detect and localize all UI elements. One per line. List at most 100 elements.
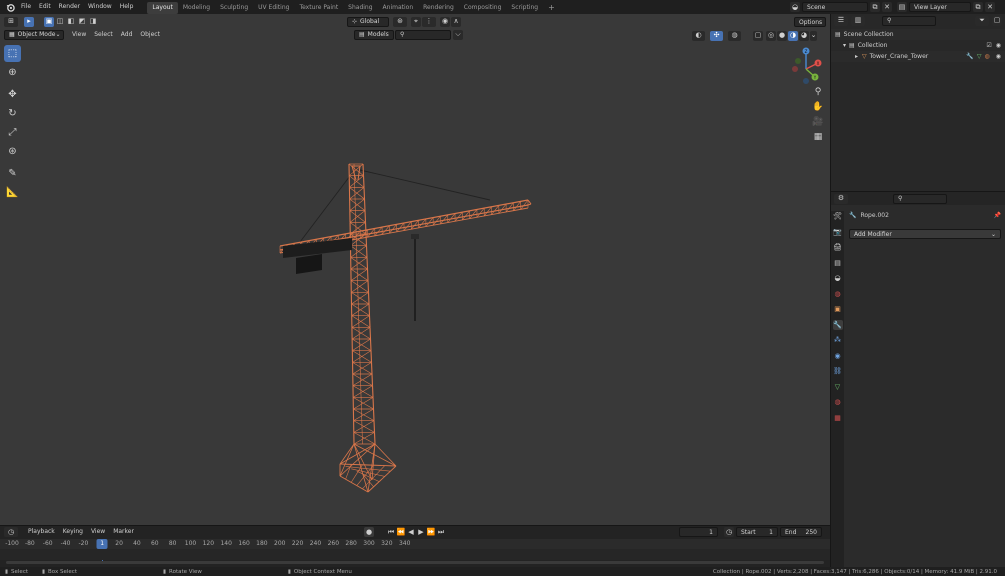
view-layer-field[interactable]: View Layer	[909, 2, 971, 12]
jump-start-icon[interactable]: ⏮	[386, 527, 396, 537]
collection-label: Collection	[857, 42, 888, 49]
add-modifier-dropdown[interactable]: Add Modifier ⌄	[849, 229, 1001, 239]
constraints-tab-icon[interactable]: ⛓	[833, 366, 843, 376]
delete-scene-icon[interactable]: ✕	[882, 2, 892, 12]
blender-logo-icon[interactable]	[3, 0, 17, 14]
new-collection-icon[interactable]: ▢	[992, 15, 1002, 26]
eye-icon[interactable]: ◉	[996, 40, 1001, 51]
texture-tab-icon[interactable]: ▦	[833, 413, 843, 423]
jump-end-icon[interactable]: ⏭	[436, 527, 446, 537]
play-icon[interactable]: ▶	[416, 527, 426, 537]
timeline-ruler[interactable]: -100 -80 -60 -40 -20 20 40 60 80 100 120 140 160 180 2…	[0, 539, 830, 562]
output-tab-icon[interactable]: 🖨	[833, 242, 843, 252]
end-value: 250	[805, 528, 817, 536]
jump-keyframe-back-icon[interactable]: ⏪	[396, 527, 406, 537]
tab-uv-editing[interactable]: UV Editing	[253, 2, 294, 14]
physics-tab-icon[interactable]: ◉	[833, 351, 843, 361]
outliner-object-row[interactable]: ▸ ▽ Tower_Crane_Tower 🔧 ▽ ◍ ◉	[831, 51, 1005, 62]
end-label: End	[785, 528, 797, 536]
material-icon: ◍	[984, 53, 990, 60]
properties-search-input[interactable]: ⚲	[893, 193, 947, 204]
ruler-tick-label: -100	[5, 540, 19, 547]
tab-compositing[interactable]: Compositing	[459, 2, 507, 14]
properties-editor-type-icon[interactable]: ⚙	[834, 193, 848, 204]
outliner[interactable]: ☰ ▥ ⚲ ⏷ ▢ ▤ Scene Collection ▾ ▤ Collect…	[831, 14, 1005, 191]
jump-keyframe-forward-icon[interactable]: ⏩	[426, 527, 436, 537]
crane-cables	[299, 167, 491, 243]
ruler-tick-label: 140	[220, 540, 232, 547]
timeline-menu-view[interactable]: View	[87, 527, 109, 537]
menu-window[interactable]: Window	[84, 0, 116, 14]
scene-name-field[interactable]: Scene	[802, 2, 868, 12]
eye-icon[interactable]: ◉	[996, 51, 1001, 62]
timeline-menu-playback[interactable]: Playback	[24, 527, 59, 537]
tool-tab-icon[interactable]: 🛠	[833, 211, 843, 221]
delete-view-layer-icon[interactable]: ✕	[985, 2, 995, 12]
crane-model[interactable]	[0, 14, 830, 525]
preview-range-icon[interactable]: ◷	[724, 527, 734, 537]
timeline-menu-keying[interactable]: Keying	[59, 527, 87, 537]
add-modifier-label: Add Modifier	[854, 230, 892, 238]
view-layer-icon[interactable]: ▤	[897, 2, 907, 12]
add-workspace-icon[interactable]: +	[543, 2, 560, 14]
tab-rendering[interactable]: Rendering	[418, 2, 459, 14]
outliner-scene-collection[interactable]: ▤ Scene Collection	[831, 29, 1005, 40]
mouse-left-icon: ▮	[5, 568, 9, 575]
3d-viewport[interactable]: ⊞ ▸ ▣ ◫ ◧ ◩ ◨ ⊹ Global ⊛ ⌖ ⋮ ◉ ∧ Options…	[0, 14, 830, 525]
menu-edit[interactable]: Edit	[35, 0, 55, 14]
display-mode-icon[interactable]: ▥	[851, 15, 865, 26]
tab-layout[interactable]: Layout	[147, 1, 178, 14]
pin-icon[interactable]: 📌	[994, 212, 1001, 219]
timeline[interactable]: ◷ Playback Keying View Marker ● ⏮ ⏪ ◀ ▶ …	[0, 525, 830, 567]
ruler-tick-label: 80	[168, 540, 177, 547]
play-reverse-icon[interactable]: ◀	[406, 527, 416, 537]
outliner-collection[interactable]: ▾ ▤ Collection ☑ ◉	[831, 40, 1005, 51]
status-select: Select	[11, 568, 28, 575]
tab-modeling[interactable]: Modeling	[178, 2, 215, 14]
menu-render[interactable]: Render	[55, 0, 84, 14]
render-tab-icon[interactable]: 📷	[833, 227, 843, 237]
tab-sculpting[interactable]: Sculpting	[215, 2, 253, 14]
ruler-tick-label: 40	[133, 540, 141, 547]
new-view-layer-icon[interactable]: ⧉	[973, 2, 983, 12]
timeline-track-area[interactable]	[0, 549, 830, 560]
ruler-tick-label: 60	[150, 540, 159, 547]
timeline-scrollbar[interactable]	[6, 561, 824, 564]
scene-tab-icon[interactable]: ◒	[833, 273, 843, 283]
view-layer-tab-icon[interactable]: ▤	[833, 258, 843, 268]
start-frame-field[interactable]: Start 1	[736, 527, 778, 537]
outliner-filter-icon[interactable]: ⏷	[975, 15, 989, 26]
checkbox-icon[interactable]: ☑	[986, 40, 991, 51]
ruler-tick-label: -20	[78, 540, 89, 547]
ruler-tick-label: 160	[238, 540, 250, 547]
crane-mast	[348, 163, 376, 445]
tab-animation[interactable]: Animation	[378, 2, 419, 14]
material-tab-icon[interactable]: ◍	[833, 397, 843, 407]
end-frame-field[interactable]: End 250	[780, 527, 822, 537]
status-bar: ▮ Select ▮ Box Select ▮ Rotate View ▮ Ob…	[0, 567, 1005, 576]
particles-tab-icon[interactable]: ⁂	[833, 335, 843, 345]
tab-scripting[interactable]: Scripting	[506, 2, 543, 14]
tab-shading[interactable]: Shading	[343, 2, 377, 14]
mouse-rotate-icon: ▮	[162, 568, 167, 575]
scene-icon[interactable]: ◒	[790, 2, 800, 12]
ruler-tick-label: 260	[327, 540, 340, 547]
playhead[interactable]: 1	[96, 539, 108, 549]
timeline-menu-marker[interactable]: Marker	[109, 527, 138, 537]
ruler-tick-label: 240	[309, 540, 322, 547]
tab-texture-paint[interactable]: Texture Paint	[294, 2, 343, 14]
object-tab-icon[interactable]: ▣	[833, 304, 843, 314]
modifier-tab-icon[interactable]: 🔧	[832, 319, 843, 330]
current-frame-field[interactable]: 1	[679, 527, 718, 537]
outliner-editor-type-icon[interactable]: ☰	[834, 15, 848, 26]
outliner-search-input[interactable]: ⚲	[882, 15, 936, 26]
world-tab-icon[interactable]: ◍	[833, 289, 843, 299]
properties-editor[interactable]: ⚙ ⚲ 🛠 📷 🖨 ▤ ◒ ◍ ▣ 🔧 ⁂ ◉ ⛓ ▽ ◍ ▦ 🔧 Rope.0…	[831, 192, 1005, 567]
timeline-editor-type-icon[interactable]: ◷	[4, 527, 18, 537]
collection-icon: ▤	[849, 42, 855, 49]
menu-help[interactable]: Help	[116, 0, 138, 14]
data-tab-icon[interactable]: ▽	[833, 382, 843, 392]
new-scene-icon[interactable]: ⧉	[870, 2, 880, 12]
record-icon[interactable]: ●	[364, 527, 374, 537]
menu-file[interactable]: File	[17, 0, 35, 14]
